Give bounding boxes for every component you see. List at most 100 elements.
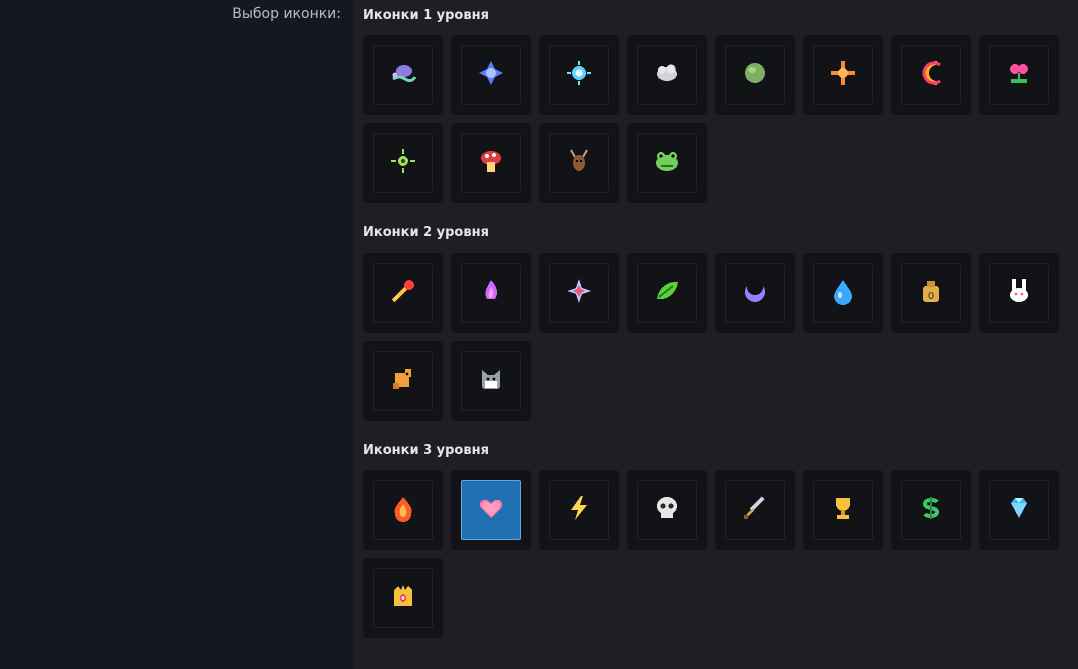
money-bag-icon: 0 bbox=[917, 277, 945, 309]
icon-option-skull[interactable] bbox=[627, 470, 707, 550]
icon-option-rainbow-crescent[interactable] bbox=[891, 35, 971, 115]
green-burst-icon bbox=[389, 147, 417, 179]
left-label-column: Выбор иконки: bbox=[0, 0, 353, 669]
lightning-icon bbox=[565, 494, 593, 526]
icon-option-gray-cat[interactable] bbox=[451, 341, 531, 421]
icon-option-lightning[interactable] bbox=[539, 470, 619, 550]
icon-option-frame: 0 bbox=[901, 263, 961, 323]
icon-option-frame bbox=[725, 45, 785, 105]
icon-option-snail[interactable] bbox=[363, 35, 443, 115]
icon-option-frame bbox=[637, 480, 697, 540]
icon-grid-level-2: 0 bbox=[363, 253, 1071, 421]
icon-option-flaming-arrow[interactable] bbox=[363, 253, 443, 333]
rainbow-crescent-icon bbox=[917, 59, 945, 91]
icon-option-green-leaf[interactable] bbox=[627, 253, 707, 333]
icon-option-trophy[interactable] bbox=[803, 470, 883, 550]
icon-option-frame bbox=[637, 133, 697, 193]
sun-gem-icon bbox=[565, 59, 593, 91]
pink-flame-icon bbox=[477, 277, 505, 309]
sparkle-crystal-icon bbox=[477, 59, 505, 91]
green-leaf-icon bbox=[653, 277, 681, 309]
icon-option-frame bbox=[461, 45, 521, 105]
icon-option-frame bbox=[813, 45, 873, 105]
icon-option-frame bbox=[549, 263, 609, 323]
icon-option-sparkle-crystal[interactable] bbox=[451, 35, 531, 115]
icon-picker: Иконки 1 уровня Иконки 2 уровня 0 Иконки… bbox=[353, 0, 1078, 669]
icon-grid-level-1 bbox=[363, 35, 1071, 203]
purple-moon-icon bbox=[741, 277, 769, 309]
icon-option-purple-moon[interactable] bbox=[715, 253, 795, 333]
icon-option-red-mushroom[interactable] bbox=[451, 123, 531, 203]
icon-option-stone-cloud[interactable] bbox=[627, 35, 707, 115]
red-mushroom-icon bbox=[477, 147, 505, 179]
icon-option-frame bbox=[989, 480, 1049, 540]
icon-option-diamond[interactable] bbox=[979, 470, 1059, 550]
deer-head-icon bbox=[565, 147, 593, 179]
gray-cat-icon bbox=[477, 365, 505, 397]
icon-option-frame bbox=[549, 480, 609, 540]
icon-option-sword[interactable] bbox=[715, 470, 795, 550]
icon-option-frame bbox=[373, 480, 433, 540]
four-point-star-icon bbox=[565, 277, 593, 309]
icon-option-frame bbox=[725, 263, 785, 323]
diamond-icon bbox=[1005, 494, 1033, 526]
icon-option-green-egg[interactable] bbox=[715, 35, 795, 115]
crown-icon bbox=[389, 582, 417, 614]
icon-option-orange-dog[interactable] bbox=[363, 341, 443, 421]
section-title-level-2: Иконки 2 уровня bbox=[363, 225, 489, 240]
icon-option-dollar[interactable] bbox=[891, 470, 971, 550]
flaming-arrow-icon bbox=[389, 277, 417, 309]
icon-option-heart[interactable] bbox=[451, 470, 531, 550]
icon-option-frame bbox=[901, 480, 961, 540]
dollar-icon bbox=[917, 494, 945, 526]
icon-option-pink-flame[interactable] bbox=[451, 253, 531, 333]
icon-option-frame bbox=[989, 45, 1049, 105]
snail-icon bbox=[389, 59, 417, 91]
section-title-level-1: Иконки 1 уровня bbox=[363, 8, 489, 23]
icon-option-four-point-star[interactable] bbox=[539, 253, 619, 333]
icon-option-deer-head[interactable] bbox=[539, 123, 619, 203]
skull-icon bbox=[653, 494, 681, 526]
sword-icon bbox=[741, 494, 769, 526]
icon-option-frame bbox=[989, 263, 1049, 323]
icon-option-frame bbox=[461, 133, 521, 193]
frog-icon bbox=[653, 147, 681, 179]
icon-option-frame bbox=[549, 133, 609, 193]
icon-option-frame bbox=[461, 480, 521, 540]
icon-option-water-drop[interactable] bbox=[803, 253, 883, 333]
icon-option-frame bbox=[373, 263, 433, 323]
icon-option-frame bbox=[461, 351, 521, 411]
icon-option-orange-star-cross[interactable] bbox=[803, 35, 883, 115]
heart-icon bbox=[477, 494, 505, 526]
water-drop-icon bbox=[829, 277, 857, 309]
stone-cloud-icon bbox=[653, 59, 681, 91]
icon-option-frame bbox=[637, 263, 697, 323]
bunny-icon bbox=[1005, 277, 1033, 309]
trophy-icon bbox=[829, 494, 857, 526]
icon-option-bunny[interactable] bbox=[979, 253, 1059, 333]
icon-option-frame bbox=[901, 45, 961, 105]
icon-option-frame bbox=[813, 263, 873, 323]
icon-option-frame bbox=[373, 133, 433, 193]
icon-option-frame bbox=[637, 45, 697, 105]
icon-option-money-bag[interactable]: 0 bbox=[891, 253, 971, 333]
icon-grid-level-3 bbox=[363, 470, 1071, 638]
green-egg-icon bbox=[741, 59, 769, 91]
section-title-level-3: Иконки 3 уровня bbox=[363, 443, 489, 458]
icon-option-pink-flower[interactable] bbox=[979, 35, 1059, 115]
pink-flower-icon bbox=[1005, 59, 1033, 91]
icon-option-crown[interactable] bbox=[363, 558, 443, 638]
icon-option-fire[interactable] bbox=[363, 470, 443, 550]
icon-option-frame bbox=[549, 45, 609, 105]
icon-option-green-burst[interactable] bbox=[363, 123, 443, 203]
icon-option-frame bbox=[373, 45, 433, 105]
icon-option-frame bbox=[373, 568, 433, 628]
icon-option-frame bbox=[813, 480, 873, 540]
orange-star-cross-icon bbox=[829, 59, 857, 91]
orange-dog-icon bbox=[389, 365, 417, 397]
icon-option-frame bbox=[461, 263, 521, 323]
fire-icon bbox=[389, 494, 417, 526]
svg-text:0: 0 bbox=[928, 291, 934, 302]
icon-option-sun-gem[interactable] bbox=[539, 35, 619, 115]
icon-option-frog[interactable] bbox=[627, 123, 707, 203]
